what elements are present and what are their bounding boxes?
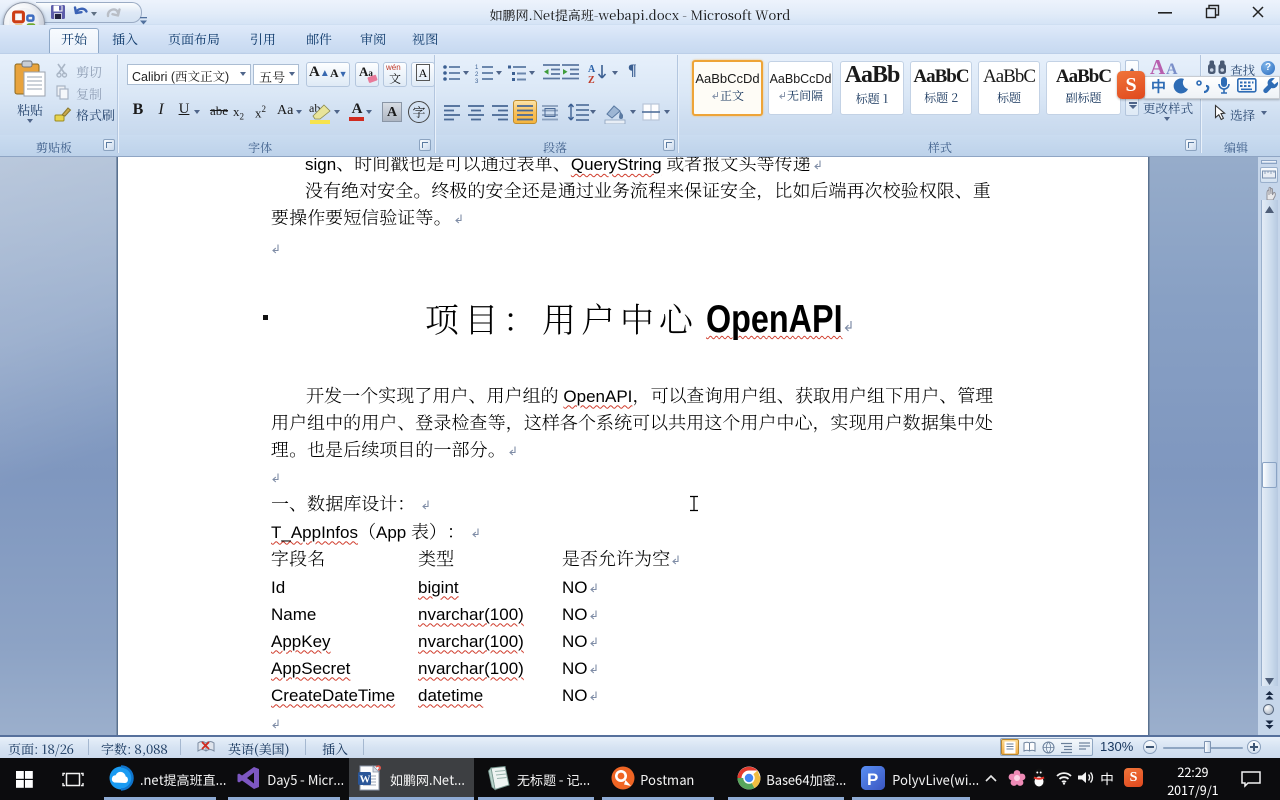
- svg-text:3: 3: [475, 79, 479, 83]
- svg-text:Z: Z: [588, 75, 595, 84]
- svg-text:2: 2: [475, 72, 479, 78]
- svg-text:A: A: [588, 64, 596, 75]
- svg-text:A: A: [1166, 61, 1178, 76]
- svg-text:A: A: [1150, 56, 1166, 76]
- svg-text:P: P: [867, 770, 878, 789]
- svg-text:W: W: [360, 774, 371, 786]
- svg-text:1: 1: [475, 65, 479, 71]
